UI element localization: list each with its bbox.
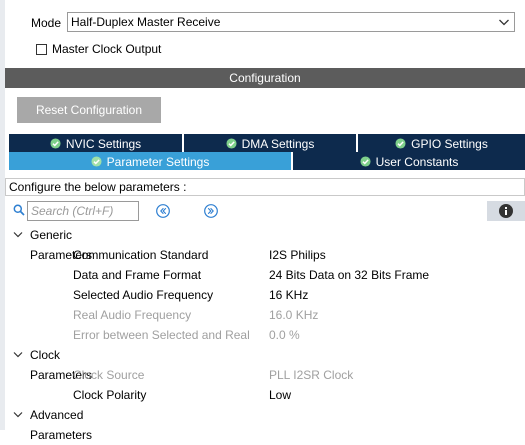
param-row: Real Audio Frequency 16.0 KHz xyxy=(5,305,525,325)
master-clock-checkbox[interactable] xyxy=(36,44,47,55)
param-name: Communication Standard xyxy=(73,248,209,262)
mode-select[interactable]: Half-Duplex Master Receive xyxy=(67,12,515,32)
mode-select-value: Half-Duplex Master Receive xyxy=(71,15,221,29)
param-value: 16 KHz xyxy=(269,288,309,302)
mode-panel: Mode Half-Duplex Master Receive Master C… xyxy=(5,0,525,68)
search-icon[interactable] xyxy=(13,204,25,216)
param-value: 16.0 KHz xyxy=(269,308,319,322)
next-result-icon[interactable] xyxy=(203,203,219,219)
param-row: Error between Selected and Real 0.0 % xyxy=(5,325,525,345)
check-circle-icon xyxy=(360,156,371,167)
mode-label: Mode xyxy=(31,16,62,30)
param-value: Low xyxy=(269,388,292,402)
param-row[interactable]: Communication Standard I2S Philips xyxy=(5,245,525,265)
param-name: Clock Polarity xyxy=(73,388,147,402)
param-name: Selected Audio Frequency xyxy=(73,288,214,302)
param-row[interactable]: Selected Audio Frequency 16 KHz xyxy=(5,285,525,305)
chevron-down-icon xyxy=(13,232,23,238)
configure-hint: Configure the below parameters : xyxy=(5,178,525,196)
reset-configuration-button[interactable]: Reset Configuration xyxy=(17,97,161,123)
info-button[interactable] xyxy=(487,201,525,221)
check-circle-icon xyxy=(91,156,102,167)
chevron-down-icon xyxy=(499,19,509,26)
param-name: Clock Source xyxy=(73,368,145,382)
param-name: Data and Frame Format xyxy=(73,268,202,282)
tab-dma-settings[interactable]: DMA Settings xyxy=(184,134,356,152)
master-clock-label: Master Clock Output xyxy=(52,42,162,56)
param-value: I2S Philips xyxy=(269,248,326,262)
configuration-header: Configuration xyxy=(5,68,525,88)
check-circle-icon xyxy=(395,138,406,149)
param-name: Real Audio Frequency xyxy=(73,308,192,322)
param-row[interactable]: Data and Frame Format 24 Bits Data on 32… xyxy=(5,265,525,285)
param-name: Error between Selected and Real xyxy=(73,328,250,342)
param-value: 24 Bits Data on 32 Bits Frame xyxy=(269,268,430,282)
tab-parameter-settings[interactable]: Parameter Settings xyxy=(9,152,291,170)
check-circle-icon xyxy=(226,138,237,149)
param-row: Clock Source PLL I2SR Clock xyxy=(5,365,525,385)
search-input[interactable] xyxy=(27,201,139,221)
tab-nvic-settings[interactable]: NVIC Settings xyxy=(9,134,182,152)
param-value: PLL I2SR Clock xyxy=(269,368,354,382)
previous-result-icon[interactable] xyxy=(155,203,171,219)
tab-gpio-settings[interactable]: GPIO Settings xyxy=(358,134,525,152)
configuration-body: Reset Configuration NVIC Settings DMA Se… xyxy=(5,88,525,442)
info-icon xyxy=(499,204,513,218)
group-label: Advanced Parameters xyxy=(30,408,93,442)
chevron-down-icon xyxy=(13,352,23,358)
check-circle-icon xyxy=(50,138,61,149)
tab-user-constants[interactable]: User Constants xyxy=(293,152,525,170)
param-row[interactable]: Clock Polarity Low xyxy=(5,385,525,405)
chevron-down-icon xyxy=(13,412,23,418)
param-value: 0.0 % xyxy=(269,328,300,342)
